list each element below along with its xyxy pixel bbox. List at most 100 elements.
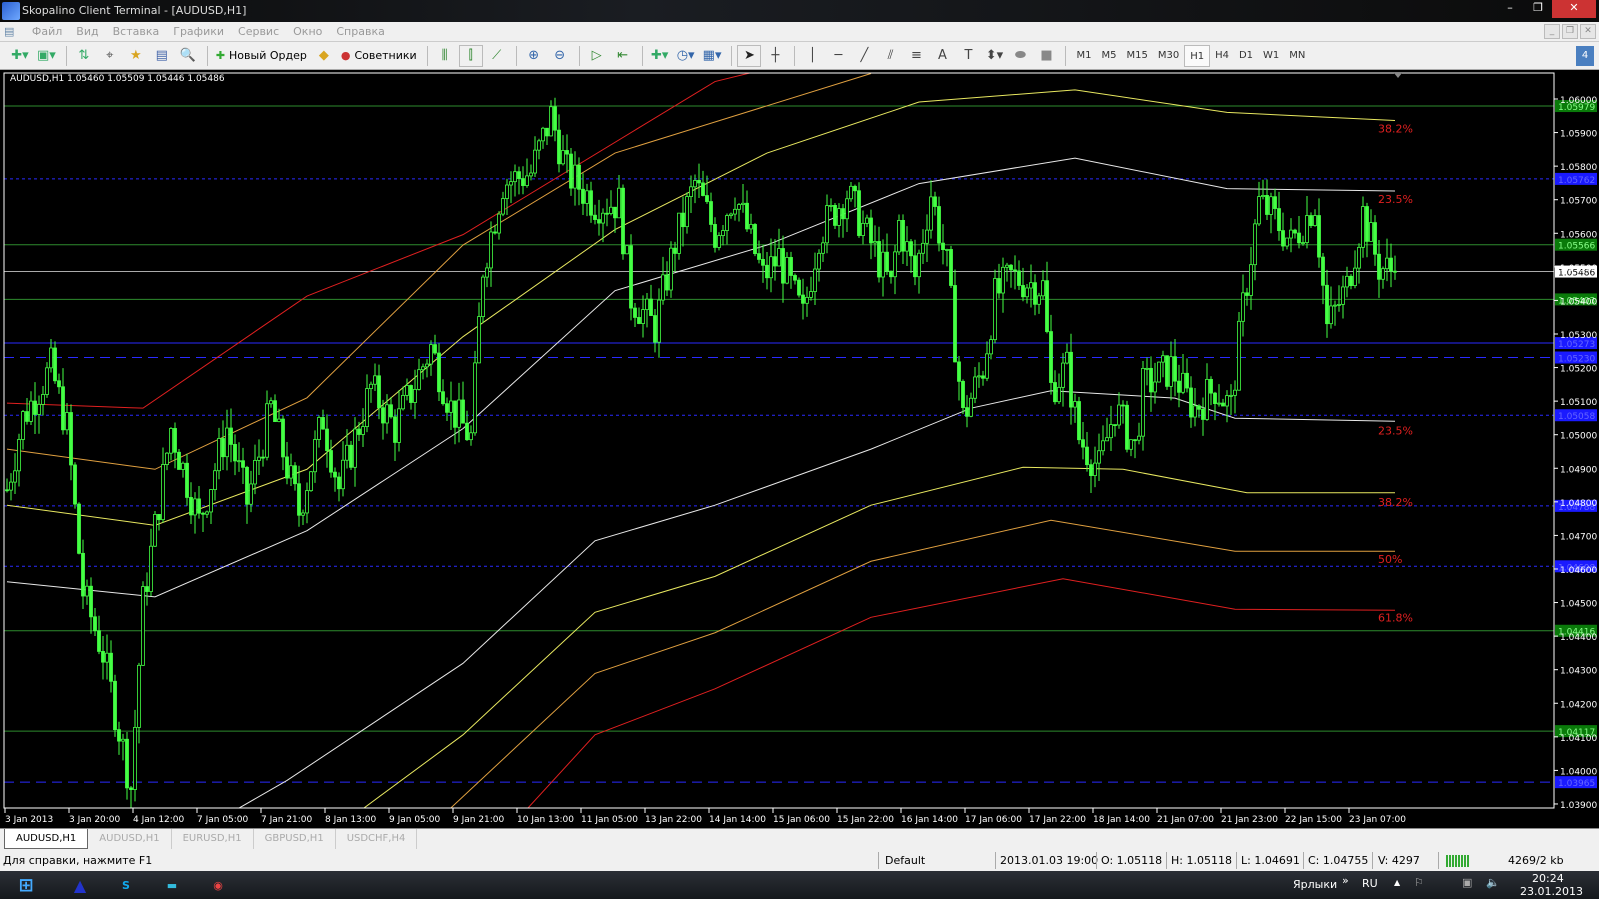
- chart-tab[interactable]: EURUSD,H1: [172, 829, 254, 849]
- menu-item-6[interactable]: Справка: [336, 22, 384, 42]
- vertical-line-icon[interactable]: │: [800, 45, 824, 67]
- cursor-icon[interactable]: ➤: [737, 44, 762, 67]
- auto-scroll-icon[interactable]: ▷: [585, 45, 609, 67]
- y-tick-label: 1.04100: [1560, 734, 1597, 744]
- crosshair-icon[interactable]: ┼: [763, 45, 787, 67]
- timeframe-h1[interactable]: H1: [1184, 44, 1211, 67]
- equidistant-channel-icon[interactable]: ⫽: [878, 45, 902, 67]
- zoom-out-icon[interactable]: ⊖: [548, 45, 572, 67]
- timeframe-m1[interactable]: M1: [1071, 45, 1096, 67]
- candle-body: [1269, 196, 1273, 215]
- candle-body: [701, 182, 705, 196]
- candle-body: [229, 427, 233, 445]
- chevron-icon[interactable]: »: [1342, 874, 1349, 887]
- y-tick-label: 1.06000: [1560, 96, 1597, 106]
- menu-item-1[interactable]: Вид: [76, 22, 98, 42]
- templates-icon[interactable]: ▦▾: [700, 45, 725, 67]
- experts-button[interactable]: ● Советники: [338, 45, 420, 67]
- profiles-icon[interactable]: ▣▾: [34, 45, 59, 67]
- menu-item-4[interactable]: Сервис: [238, 22, 279, 42]
- candle-body: [269, 400, 273, 405]
- chart-tab[interactable]: AUDUSD,H1: [88, 829, 172, 849]
- language-indicator[interactable]: RU: [1362, 877, 1378, 890]
- new-order-button[interactable]: ✚ Новый Ордер: [213, 45, 310, 67]
- network-icon[interactable]: ▣: [1462, 876, 1472, 889]
- timeframe-mn[interactable]: MN: [1284, 45, 1310, 67]
- bar-chart-icon[interactable]: ⫼: [433, 45, 457, 67]
- mdi-close-button[interactable]: ✕: [1580, 24, 1596, 39]
- chart-shift-icon[interactable]: ⇤: [611, 45, 635, 67]
- warning-icon[interactable]: ◆: [312, 45, 336, 67]
- zoom-in-icon[interactable]: ⊕: [522, 45, 546, 67]
- candle-body: [81, 552, 85, 597]
- close-button[interactable]: ✕: [1552, 0, 1596, 18]
- fibonacci-icon[interactable]: ≡: [904, 45, 928, 67]
- candle-body: [365, 388, 369, 428]
- text-label-icon[interactable]: T: [956, 45, 980, 67]
- candle-body: [361, 426, 365, 435]
- timeframe-w1[interactable]: W1: [1258, 45, 1284, 67]
- arrows-icon[interactable]: ⬍▾: [982, 45, 1006, 67]
- skype-icon[interactable]: S: [106, 874, 146, 898]
- menu-item-5[interactable]: Окно: [293, 22, 322, 42]
- mdi-restore-button[interactable]: ❐: [1562, 24, 1578, 39]
- candle-body: [357, 428, 361, 435]
- candle-body: [97, 630, 101, 652]
- chart-tab[interactable]: AUDUSD,H1: [4, 829, 89, 849]
- timeframe-d1[interactable]: D1: [1234, 45, 1258, 67]
- tray-expand-icon[interactable]: ▲: [1394, 878, 1400, 887]
- trendline-icon[interactable]: ╱: [852, 45, 876, 67]
- start-button[interactable]: ⊞: [6, 874, 46, 898]
- clock-time[interactable]: 20:24: [1532, 872, 1564, 885]
- horizontal-line-icon[interactable]: ─: [826, 45, 850, 67]
- printer-icon[interactable]: ▬: [152, 874, 192, 898]
- restore-button[interactable]: ❐: [1524, 0, 1552, 18]
- navigator-icon[interactable]: ★: [124, 45, 148, 67]
- candlestick-chart-icon[interactable]: ⫿: [458, 44, 483, 67]
- candle-body: [565, 150, 569, 155]
- candle-body: [1029, 282, 1033, 289]
- alerts-badge[interactable]: 4: [1576, 46, 1594, 66]
- timeframe-m5[interactable]: M5: [1096, 45, 1121, 67]
- menu-item-0[interactable]: Файл: [32, 22, 62, 42]
- market-watch-icon[interactable]: ⇅: [72, 45, 96, 67]
- candle-body: [1193, 405, 1197, 418]
- price-chart[interactable]: 38.2% 23.5% 23.5% 38.2% 50% 61.8% 1.05979 1.057…: [0, 70, 1599, 828]
- menu-item-2[interactable]: Вставка: [113, 22, 160, 42]
- flag-icon[interactable]: ⚐: [1414, 876, 1424, 889]
- volume-icon[interactable]: 🔈: [1486, 876, 1500, 889]
- strategy-tester-icon[interactable]: 🔍: [176, 45, 200, 67]
- terminal-app-icon[interactable]: ▲: [60, 874, 100, 898]
- timeframe-m15[interactable]: M15: [1121, 45, 1152, 67]
- separator: [641, 45, 643, 66]
- candle-body: [125, 738, 129, 789]
- periods-icon[interactable]: ◷▾: [674, 45, 698, 67]
- mdi-minimize-button[interactable]: _: [1544, 24, 1560, 39]
- candle-body: [941, 242, 945, 251]
- data-window-icon[interactable]: ⌖: [98, 45, 122, 67]
- candle-body: [1173, 356, 1177, 382]
- chart-tab[interactable]: GBPUSD,H1: [254, 829, 336, 849]
- text-icon[interactable]: A: [930, 45, 954, 67]
- chart-tab[interactable]: USDCHF,H4: [336, 829, 418, 849]
- candle-body: [617, 187, 621, 219]
- candle-body: [285, 456, 289, 479]
- menu-item-3[interactable]: Графики: [173, 22, 224, 42]
- ellipse-icon[interactable]: ⬬: [1008, 45, 1032, 67]
- candle-body: [949, 249, 953, 286]
- line-chart-icon[interactable]: ⟋: [485, 45, 509, 67]
- candle-body: [421, 366, 425, 371]
- minimize-button[interactable]: –: [1496, 0, 1524, 18]
- timeframe-h4[interactable]: H4: [1210, 45, 1234, 67]
- chrome-icon[interactable]: ◉: [198, 874, 238, 898]
- candle-body: [425, 363, 429, 368]
- rectangle-icon[interactable]: ■: [1034, 45, 1058, 67]
- indicators-icon[interactable]: ✚▾: [648, 45, 672, 67]
- timeframe-m30[interactable]: M30: [1153, 45, 1184, 67]
- candle-body: [133, 727, 137, 790]
- candle-body: [385, 404, 389, 424]
- clock-date[interactable]: 23.01.2013: [1520, 885, 1583, 898]
- terminal-icon[interactable]: ▤: [150, 45, 174, 67]
- new-chart-icon[interactable]: ✚▾: [8, 45, 32, 67]
- shortcuts-toolbar[interactable]: Ярлыки: [1293, 878, 1337, 891]
